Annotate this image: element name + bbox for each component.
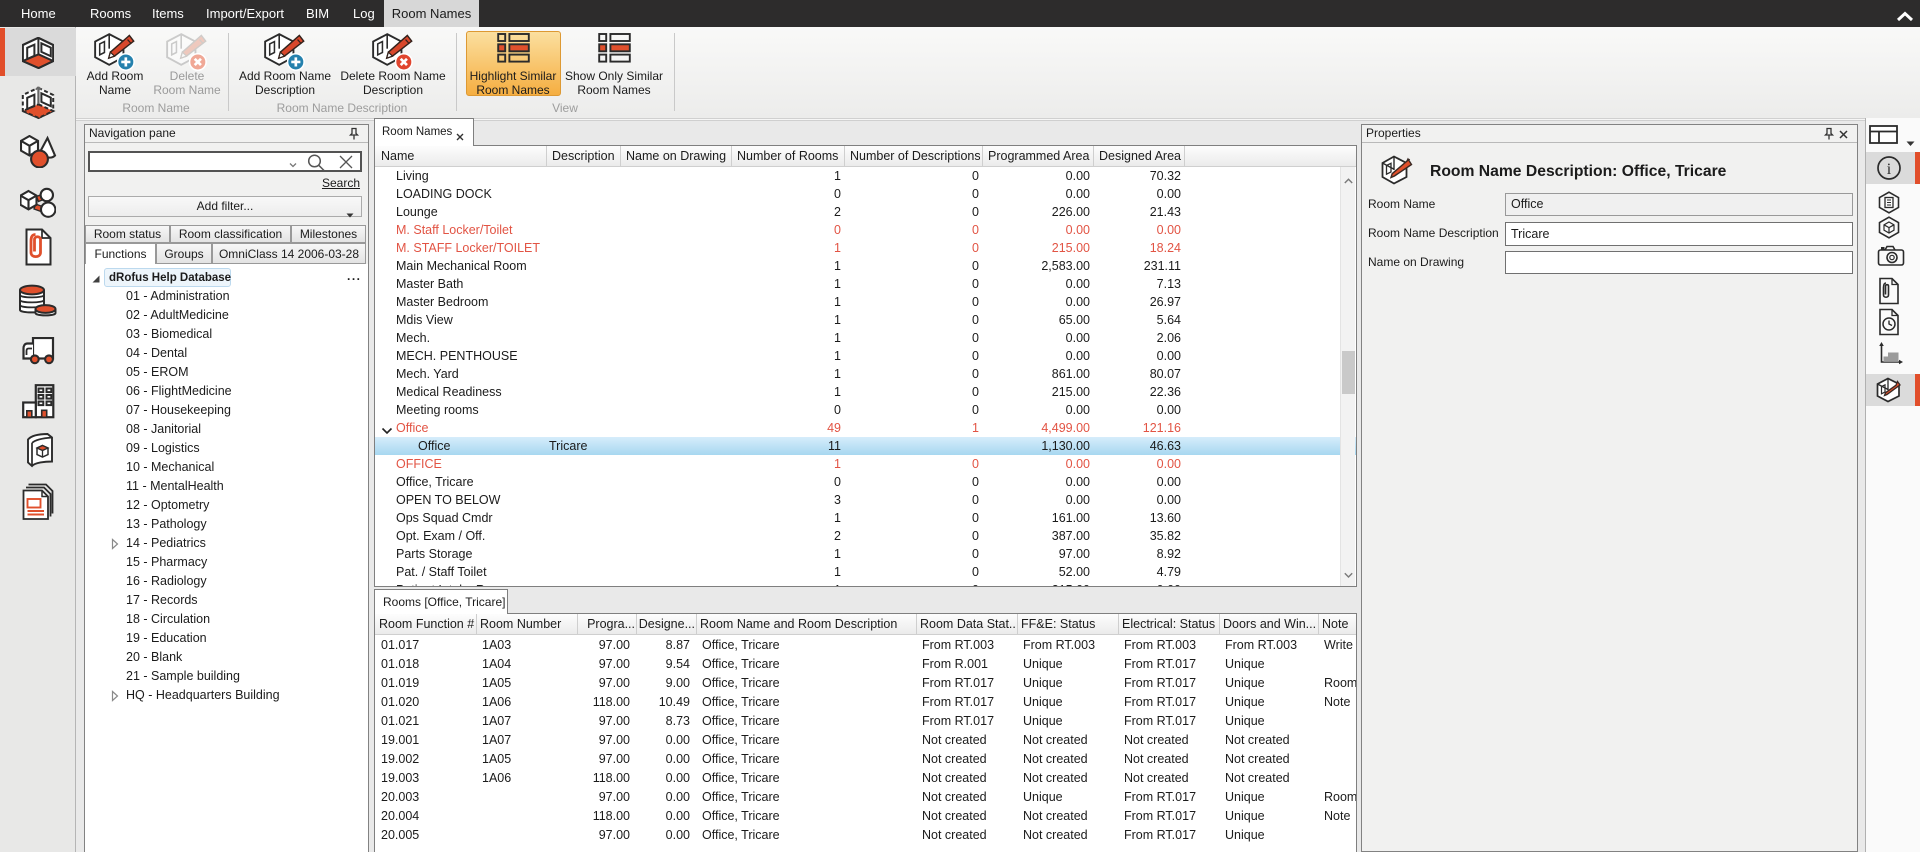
svg-text:i: i — [1887, 161, 1892, 178]
